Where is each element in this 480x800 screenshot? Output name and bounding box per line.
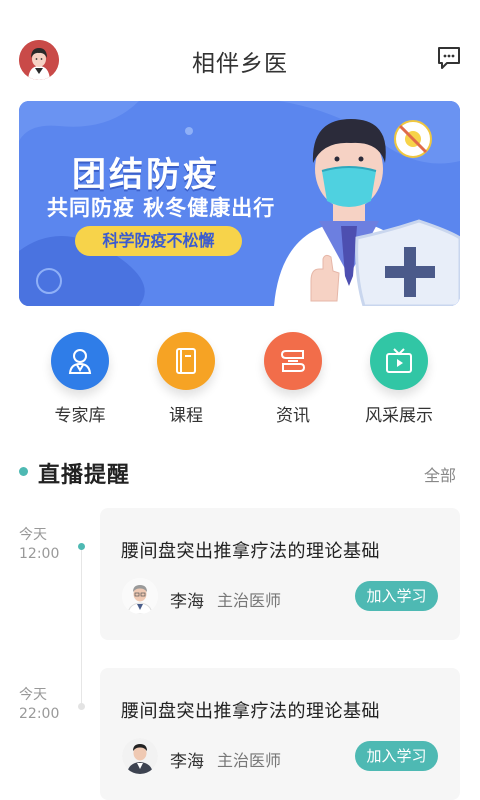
menu-item-showcase[interactable]: 风采展示 xyxy=(354,326,444,426)
banner-subtitle: 共同防疫 秋冬健康出行 xyxy=(47,196,276,220)
section-title: 直播提醒 xyxy=(38,463,131,488)
section-dot xyxy=(19,467,28,476)
live-day: 今天 xyxy=(19,527,47,543)
menu-label-showcase: 风采展示 xyxy=(365,406,433,426)
expert-icon xyxy=(51,332,109,390)
live-time: 22:00 xyxy=(19,706,60,722)
news-icon xyxy=(264,332,322,390)
live-card-title: 腰间盘突出推拿疗法的理论基础 xyxy=(121,541,380,562)
menu-item-experts[interactable]: 专家库 xyxy=(35,326,125,426)
menu-item-news[interactable]: 资讯 xyxy=(248,326,338,426)
doctor-name: 李海 xyxy=(170,752,204,772)
tv-icon xyxy=(370,332,428,390)
live-time: 12:00 xyxy=(19,546,60,562)
chat-bubble-icon[interactable] xyxy=(436,45,462,71)
doctor-role: 主治医师 xyxy=(217,751,282,770)
join-study-button[interactable]: 加入学习 xyxy=(355,741,438,771)
quick-menu: 专家库 课程 资讯 风采展示 xyxy=(0,326,480,426)
menu-item-courses[interactable]: 课程 xyxy=(141,326,231,426)
doctor-avatar xyxy=(122,578,158,614)
timeline-dot-active xyxy=(78,543,85,550)
book-icon xyxy=(157,332,215,390)
doctor-role: 主治医师 xyxy=(217,591,282,610)
doctor-name: 李海 xyxy=(170,592,204,612)
view-all-link[interactable]: 全部 xyxy=(424,462,456,486)
doctor-avatar xyxy=(122,738,158,774)
top-bar: 相伴乡医 xyxy=(0,0,480,100)
live-card[interactable]: 腰间盘突出推拿疗法的理论基础 李海 主治医师 加入学习 xyxy=(100,508,460,640)
banner-title: 团结防疫 xyxy=(72,155,220,195)
menu-label-experts: 专家库 xyxy=(54,406,106,426)
join-study-button[interactable]: 加入学习 xyxy=(355,581,438,611)
live-card[interactable]: 腰间盘突出推拿疗法的理论基础 李海 主治医师 加入学习 xyxy=(100,668,460,800)
timeline-line xyxy=(81,548,82,708)
banner-tag: 科学防疫不松懈 xyxy=(75,226,242,256)
live-card-title: 腰间盘突出推拿疗法的理论基础 xyxy=(121,701,380,722)
app-title: 相伴乡医 xyxy=(192,51,288,77)
menu-label-courses: 课程 xyxy=(169,406,203,426)
live-day: 今天 xyxy=(19,687,47,703)
timeline-dot xyxy=(78,703,85,710)
menu-label-news: 资讯 xyxy=(276,406,310,426)
promo-banner[interactable]: 团结防疫 共同防疫 秋冬健康出行 科学防疫不松懈 xyxy=(19,101,460,306)
